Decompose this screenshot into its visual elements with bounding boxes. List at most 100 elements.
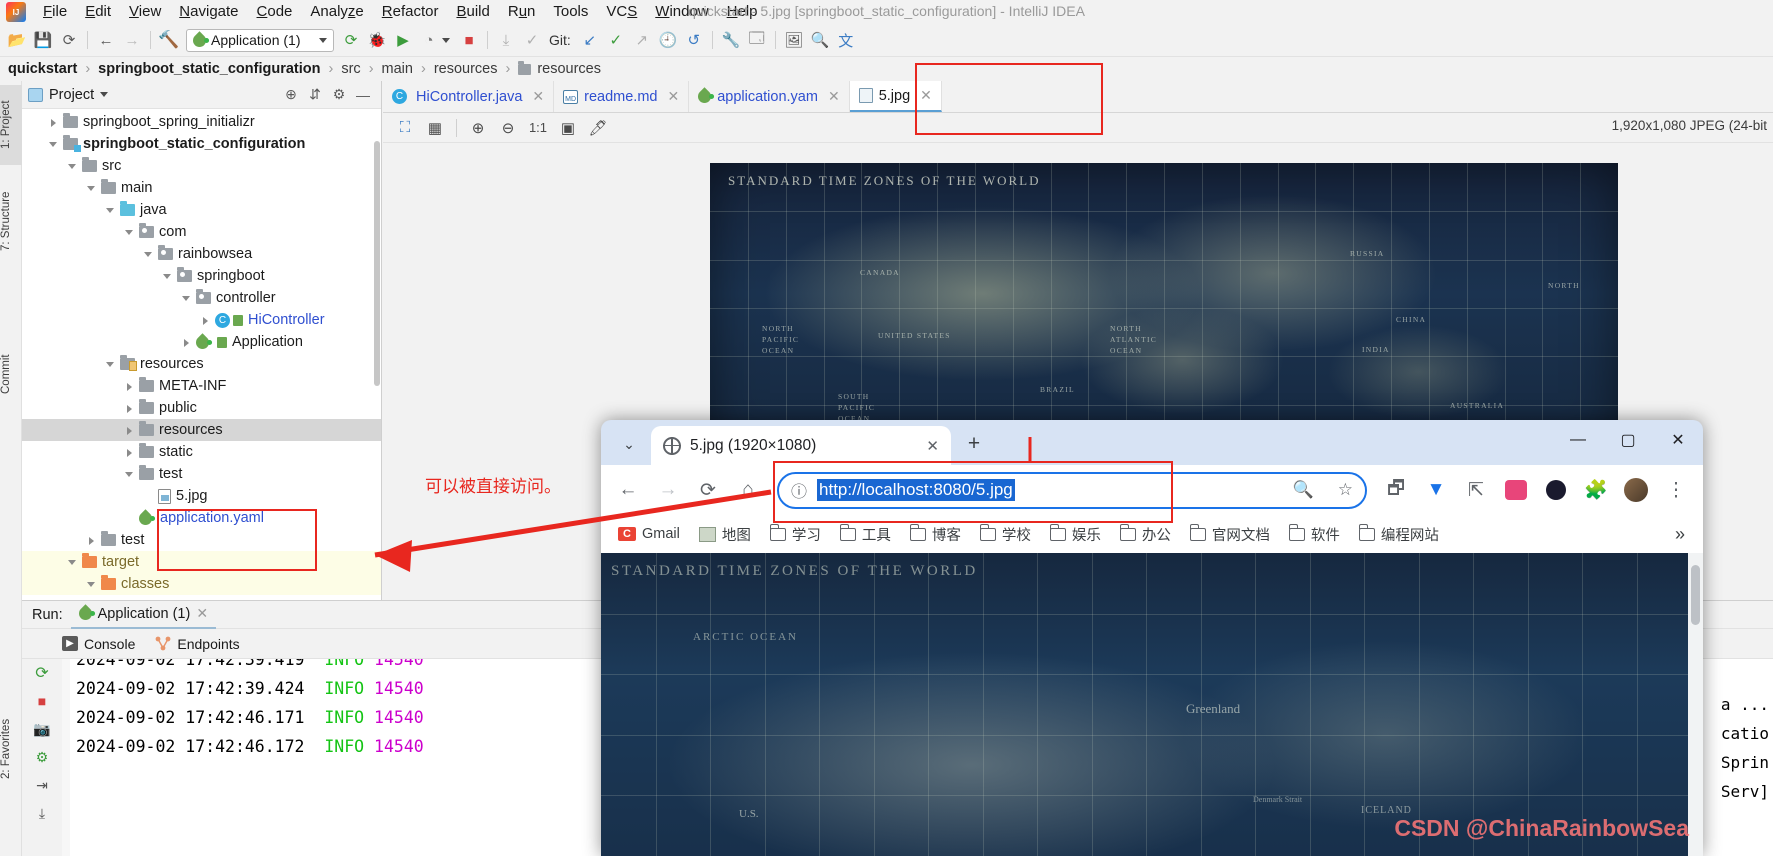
bookmarks-overflow-button[interactable]: » — [1667, 524, 1693, 545]
tree-node-springboot[interactable]: springboot — [22, 265, 381, 287]
sidebar-item-favorites[interactable]: 2: Favorites — [0, 701, 22, 797]
chevron-down-icon[interactable] — [85, 578, 98, 591]
editor-tab-hicontroller-java[interactable]: CHiController.java✕ — [383, 81, 554, 112]
extensions-puzzle-icon[interactable]: 🧩 — [1577, 471, 1615, 509]
home-icon[interactable]: ⌂ — [729, 471, 767, 509]
chevron-down-icon[interactable] — [180, 292, 193, 305]
debug-icon[interactable]: 🐞 — [364, 27, 390, 53]
tree-node-springboot-static-configuration[interactable]: springboot_static_configuration — [22, 133, 381, 155]
tree-node-main[interactable]: main — [22, 177, 381, 199]
bookmark-办公[interactable]: 办公 — [1113, 521, 1178, 548]
run-tab-application[interactable]: Application (1) ✕ — [71, 601, 216, 629]
toggle-grid-icon[interactable]: ▦ — [421, 116, 449, 140]
git-push-icon[interactable]: ↙ — [577, 27, 603, 53]
tree-node-public[interactable]: public — [22, 397, 381, 419]
bookmark-官网文档[interactable]: 官网文档 — [1183, 521, 1277, 548]
profile-avatar[interactable] — [1617, 471, 1655, 509]
run-configuration-selector[interactable]: Application (1) — [186, 29, 334, 52]
tree-node-springboot-spring-initializr[interactable]: springboot_spring_initializr — [22, 111, 381, 133]
chevron-down-icon[interactable] — [442, 38, 450, 43]
menu-item-navigate[interactable]: Navigate — [170, 0, 247, 24]
tree-node-static[interactable]: static — [22, 441, 381, 463]
rerun-icon[interactable]: ⟳ — [31, 663, 53, 683]
bookmark-工具[interactable]: 工具 — [833, 521, 898, 548]
bookmark-Gmail[interactable]: CGmail — [611, 523, 687, 545]
tree-node-test[interactable]: test — [22, 529, 381, 551]
more-menu-icon[interactable]: ⋮ — [1657, 471, 1695, 509]
editor-tab-readme-md[interactable]: MDreadme.md✕ — [554, 81, 689, 112]
tree-node-hicontroller[interactable]: CHiController — [22, 309, 381, 331]
stop-icon[interactable]: ■ — [31, 691, 53, 711]
sidebar-item-structure[interactable]: 7: Structure — [0, 173, 22, 269]
profiler-icon[interactable]: ◔ — [416, 27, 442, 53]
chevron-right-icon[interactable] — [123, 402, 136, 415]
project-tree-scrollbar[interactable] — [374, 141, 380, 386]
color-picker-icon[interactable]: 🖊 — [584, 116, 612, 140]
tree-node-src[interactable]: src — [22, 155, 381, 177]
menu-item-edit[interactable]: Edit — [76, 0, 120, 24]
stop-icon[interactable]: ■ — [456, 27, 482, 53]
extension-dark-icon[interactable] — [1537, 471, 1575, 509]
address-bar-url[interactable]: http://localhost:8080/5.jpg — [817, 479, 1015, 501]
locate-icon[interactable]: ⊕ — [279, 83, 303, 107]
minimize-icon[interactable]: — — [1553, 421, 1603, 459]
zoom-in-icon[interactable]: ⊕ — [464, 116, 492, 140]
chevron-down-icon[interactable] — [47, 138, 60, 151]
menu-item-run[interactable]: Run — [499, 0, 545, 24]
tab-endpoints[interactable]: Endpoints — [155, 629, 239, 659]
translate-icon[interactable]: 文 — [833, 27, 859, 53]
menu-item-code[interactable]: Code — [248, 0, 302, 24]
reload-icon[interactable]: ⟳ — [689, 471, 727, 509]
bookmark-编程网站[interactable]: 编程网站 — [1352, 521, 1446, 548]
tree-node-target[interactable]: target — [22, 551, 381, 573]
chevron-down-icon[interactable] — [161, 270, 174, 283]
update-project-icon[interactable]: ⤓ — [493, 27, 519, 53]
save-icon[interactable]: 💾 — [30, 27, 56, 53]
sync-icon[interactable]: ⟳ — [56, 27, 82, 53]
close-icon[interactable]: ✕ — [828, 88, 840, 105]
fit-to-window-icon[interactable]: ⛶ — [391, 116, 419, 140]
toggle-chessboard-icon[interactable]: ▣ — [554, 116, 582, 140]
menu-item-tools[interactable]: Tools — [544, 0, 597, 24]
bookmark-学校[interactable]: 学校 — [973, 521, 1038, 548]
commit-icon[interactable]: ✓ — [519, 27, 545, 53]
tree-node-controller[interactable]: controller — [22, 287, 381, 309]
search-icon[interactable]: 🔍 — [807, 27, 833, 53]
close-icon[interactable]: ✕ — [196, 605, 208, 622]
bookmark-软件[interactable]: 软件 — [1282, 521, 1347, 548]
menu-item-vcs[interactable]: VCS — [597, 0, 646, 24]
actual-size-icon[interactable]: 1:1 — [524, 116, 552, 140]
sidebar-item-project[interactable]: 1: Project — [0, 85, 22, 165]
tree-node-resources[interactable]: resources — [22, 353, 381, 375]
close-icon[interactable]: ✕ — [532, 88, 544, 105]
git-checkmark-icon[interactable]: ✓ — [603, 27, 629, 53]
breadcrumb-item-3[interactable]: main — [382, 61, 413, 77]
menu-item-build[interactable]: Build — [447, 0, 498, 24]
zoom-out-icon[interactable]: ⊖ — [494, 116, 522, 140]
layout-icon[interactable]: 🗔 — [744, 27, 770, 53]
bookmark-star-icon[interactable]: ☆ — [1338, 480, 1353, 500]
settings-wrench-icon[interactable]: 🔧 — [718, 27, 744, 53]
close-icon[interactable]: ✕ — [667, 88, 679, 105]
forward-arrow-icon[interactable]: → — [649, 471, 687, 509]
tree-node-test[interactable]: test — [22, 463, 381, 485]
bookmark-娱乐[interactable]: 娱乐 — [1043, 521, 1108, 548]
console-scrollbar[interactable] — [62, 659, 70, 856]
collapse-all-icon[interactable]: ⇵ — [303, 83, 327, 107]
editor-tab-application-yam[interactable]: application.yam✕ — [689, 81, 849, 112]
chevron-down-icon[interactable] — [104, 358, 117, 371]
forward-arrow-icon[interactable]: → — [119, 27, 145, 53]
tree-node-meta-inf[interactable]: META-INF — [22, 375, 381, 397]
chevron-down-icon[interactable] — [104, 204, 117, 217]
back-arrow-icon[interactable]: ← — [93, 27, 119, 53]
download-icon[interactable]: ▼ — [1417, 471, 1455, 509]
bookmark-博客[interactable]: 博客 — [903, 521, 968, 548]
chevron-down-icon[interactable] — [100, 92, 108, 97]
chevron-right-icon[interactable] — [180, 336, 193, 349]
browser-tab[interactable]: 5.jpg (1920×1080) ✕ — [651, 426, 951, 465]
chevron-right-icon[interactable] — [85, 534, 98, 547]
rerun-icon[interactable]: ⟳ — [338, 27, 364, 53]
chevron-right-icon[interactable] — [123, 380, 136, 393]
chevron-down-icon[interactable] — [66, 160, 79, 173]
project-tree[interactable]: springboot_spring_initializrspringboot_s… — [22, 109, 381, 600]
